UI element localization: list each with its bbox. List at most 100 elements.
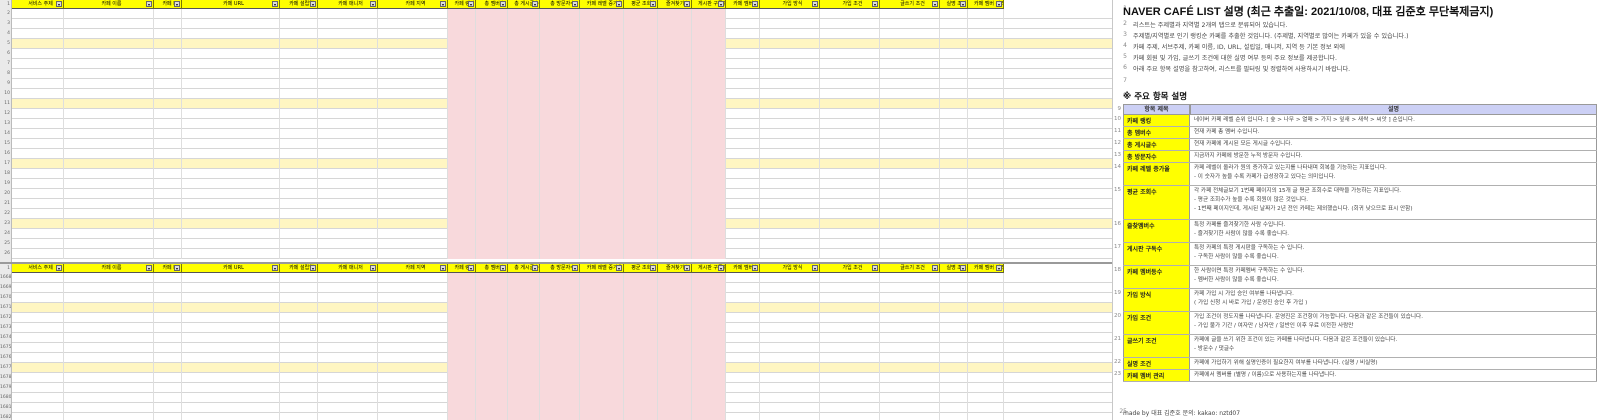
table-cell[interactable] bbox=[692, 189, 726, 199]
table-cell[interactable] bbox=[760, 363, 820, 373]
table-cell[interactable] bbox=[692, 353, 726, 363]
table-cell[interactable] bbox=[448, 119, 476, 129]
table-row[interactable] bbox=[12, 119, 1112, 129]
table-cell[interactable] bbox=[968, 393, 1004, 403]
table-cell[interactable] bbox=[154, 49, 182, 59]
table-cell[interactable] bbox=[318, 149, 378, 159]
table-cell[interactable] bbox=[476, 363, 508, 373]
table-cell[interactable] bbox=[880, 229, 940, 239]
table-cell[interactable] bbox=[64, 149, 154, 159]
table-cell[interactable] bbox=[12, 29, 64, 39]
table-cell[interactable] bbox=[448, 219, 476, 229]
table-cell[interactable] bbox=[476, 159, 508, 169]
table-cell[interactable] bbox=[318, 59, 378, 69]
table-cell[interactable] bbox=[540, 283, 580, 293]
table-cell[interactable] bbox=[280, 159, 318, 169]
table-cell[interactable] bbox=[476, 149, 508, 159]
table-cell[interactable] bbox=[726, 99, 760, 109]
table-cell[interactable] bbox=[726, 49, 760, 59]
table-cell[interactable] bbox=[448, 179, 476, 189]
table-cell[interactable] bbox=[280, 313, 318, 323]
table-cell[interactable] bbox=[448, 249, 476, 259]
table-cell[interactable] bbox=[318, 199, 378, 209]
table-cell[interactable] bbox=[760, 89, 820, 99]
table-row[interactable] bbox=[12, 169, 1112, 179]
table-cell[interactable] bbox=[280, 273, 318, 283]
table-cell[interactable] bbox=[182, 293, 280, 303]
table-cell[interactable] bbox=[760, 59, 820, 69]
table-cell[interactable] bbox=[968, 109, 1004, 119]
table-cell[interactable] bbox=[658, 29, 692, 39]
table-cell[interactable] bbox=[448, 373, 476, 383]
table-cell[interactable] bbox=[378, 209, 448, 219]
table-cell[interactable] bbox=[658, 413, 692, 420]
table-cell[interactable] bbox=[968, 59, 1004, 69]
table-cell[interactable] bbox=[968, 249, 1004, 259]
table-cell[interactable] bbox=[624, 129, 658, 139]
table-cell[interactable] bbox=[580, 363, 624, 373]
table-cell[interactable] bbox=[476, 229, 508, 239]
table-cell[interactable] bbox=[880, 129, 940, 139]
table-cell[interactable] bbox=[12, 149, 64, 159]
table-cell[interactable] bbox=[154, 229, 182, 239]
table-cell[interactable] bbox=[182, 19, 280, 29]
table-cell[interactable] bbox=[624, 9, 658, 19]
table-cell[interactable] bbox=[692, 169, 726, 179]
table-cell[interactable] bbox=[64, 229, 154, 239]
table-cell[interactable] bbox=[820, 189, 880, 199]
table-cell[interactable] bbox=[968, 19, 1004, 29]
table-cell[interactable] bbox=[182, 273, 280, 283]
table-cell[interactable] bbox=[508, 209, 540, 219]
table-cell[interactable] bbox=[658, 293, 692, 303]
table-cell[interactable] bbox=[540, 413, 580, 420]
table-cell[interactable] bbox=[378, 149, 448, 159]
table-cell[interactable] bbox=[658, 343, 692, 353]
table-cell[interactable] bbox=[64, 129, 154, 139]
row-number[interactable]: 3 bbox=[0, 19, 10, 29]
table-cell[interactable] bbox=[280, 229, 318, 239]
row-number[interactable]: 17 bbox=[0, 159, 10, 169]
table-cell[interactable] bbox=[154, 383, 182, 393]
table-cell[interactable] bbox=[280, 373, 318, 383]
table-cell[interactable] bbox=[12, 239, 64, 249]
table-cell[interactable] bbox=[580, 283, 624, 293]
table-cell[interactable] bbox=[726, 89, 760, 99]
table-cell[interactable] bbox=[658, 139, 692, 149]
table-cell[interactable] bbox=[182, 363, 280, 373]
table-cell[interactable] bbox=[508, 189, 540, 199]
table-cell[interactable] bbox=[12, 393, 64, 403]
table-cell[interactable] bbox=[880, 49, 940, 59]
table-cell[interactable] bbox=[580, 19, 624, 29]
table-cell[interactable] bbox=[692, 49, 726, 59]
table-cell[interactable] bbox=[318, 343, 378, 353]
row-number[interactable]: 1673 bbox=[0, 323, 11, 333]
table-cell[interactable] bbox=[692, 89, 726, 99]
table-cell[interactable] bbox=[760, 229, 820, 239]
table-cell[interactable] bbox=[624, 149, 658, 159]
table-cell[interactable] bbox=[940, 19, 968, 29]
table-cell[interactable] bbox=[880, 149, 940, 159]
table-cell[interactable] bbox=[540, 273, 580, 283]
table-cell[interactable] bbox=[508, 129, 540, 139]
row-number[interactable]: 11 bbox=[0, 99, 10, 109]
table-cell[interactable] bbox=[580, 29, 624, 39]
table-cell[interactable] bbox=[378, 169, 448, 179]
table-row[interactable] bbox=[12, 89, 1112, 99]
table-cell[interactable] bbox=[820, 179, 880, 189]
table-cell[interactable] bbox=[154, 89, 182, 99]
table-cell[interactable] bbox=[580, 273, 624, 283]
table-cell[interactable] bbox=[508, 39, 540, 49]
table-cell[interactable] bbox=[378, 373, 448, 383]
table-cell[interactable] bbox=[820, 303, 880, 313]
table-cell[interactable] bbox=[508, 383, 540, 393]
table-cell[interactable] bbox=[508, 313, 540, 323]
table-cell[interactable] bbox=[880, 343, 940, 353]
table-cell[interactable] bbox=[692, 119, 726, 129]
table-cell[interactable] bbox=[658, 189, 692, 199]
table-cell[interactable] bbox=[624, 373, 658, 383]
table-cell[interactable] bbox=[318, 169, 378, 179]
table-cell[interactable] bbox=[760, 9, 820, 19]
table-cell[interactable] bbox=[726, 239, 760, 249]
table-cell[interactable] bbox=[580, 179, 624, 189]
table-cell[interactable] bbox=[280, 353, 318, 363]
